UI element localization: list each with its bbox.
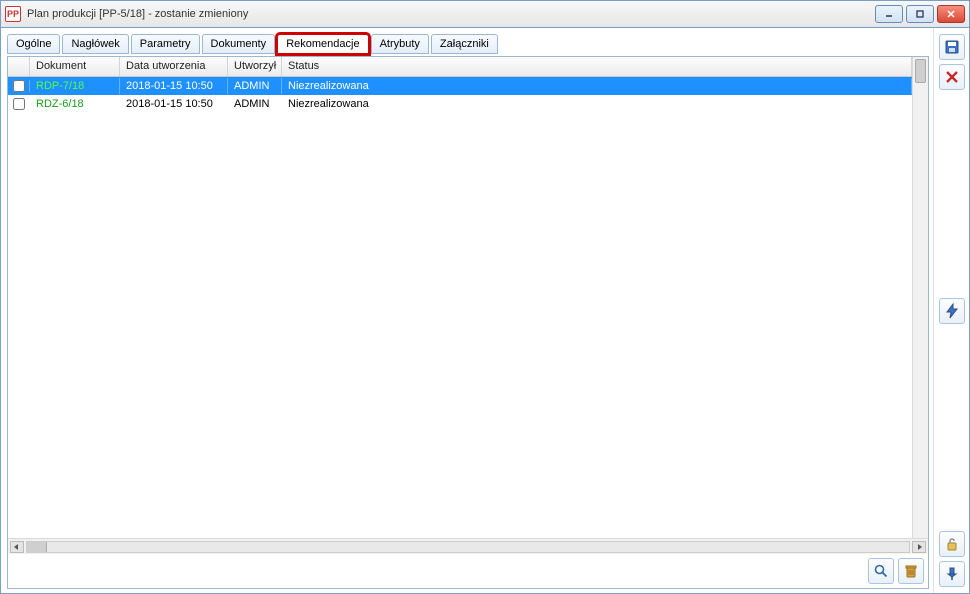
- lock-button[interactable]: [939, 531, 965, 557]
- maximize-button[interactable]: [906, 5, 934, 23]
- scrollbar-thumb[interactable]: [27, 542, 47, 552]
- tab-label: Dokumenty: [211, 38, 267, 50]
- cell-data: 2018-01-15 10:50: [120, 78, 228, 94]
- minimize-button[interactable]: [875, 5, 903, 23]
- tab-rekomendacje[interactable]: Rekomendacje: [277, 34, 368, 54]
- trash-icon: [903, 563, 919, 579]
- pin-button[interactable]: [939, 561, 965, 587]
- action-button[interactable]: [939, 298, 965, 324]
- close-button[interactable]: [939, 64, 965, 90]
- table-row[interactable]: RDP-7/18 2018-01-15 10:50 ADMIN Niezreal…: [8, 77, 912, 95]
- tab-ogolne[interactable]: Ogólne: [7, 34, 60, 54]
- col-header-dokument[interactable]: Dokument: [30, 57, 120, 76]
- content-panel: Dokument Data utworzenia Utworzył Status…: [7, 56, 929, 589]
- col-header-checkbox[interactable]: [8, 57, 30, 76]
- tab-dokumenty[interactable]: Dokumenty: [202, 34, 276, 54]
- search-icon: [873, 563, 889, 579]
- body-area: Ogólne Nagłówek Parametry Dokumenty Reko…: [0, 28, 970, 594]
- tab-strip: Ogólne Nagłówek Parametry Dokumenty Reko…: [7, 34, 929, 54]
- tab-label: Parametry: [140, 38, 191, 50]
- cell-status: Niezrealizowana: [282, 78, 912, 94]
- tab-parametry[interactable]: Parametry: [131, 34, 200, 54]
- lightning-icon: [944, 303, 960, 319]
- grid-body: RDP-7/18 2018-01-15 10:50 ADMIN Niezreal…: [8, 77, 912, 113]
- col-header-data[interactable]: Data utworzenia: [120, 57, 228, 76]
- window-title: Plan produkcji [PP-5/18] - zostanie zmie…: [27, 8, 875, 20]
- cell-status: Niezrealizowana: [282, 96, 912, 112]
- cell-dokument: RDP-7/18: [36, 80, 84, 92]
- window-close-button[interactable]: [937, 5, 965, 23]
- right-toolbar: [933, 28, 969, 593]
- cell-dokument: RDZ-6/18: [36, 98, 84, 110]
- save-icon: [944, 39, 960, 55]
- scroll-right-icon[interactable]: [912, 541, 926, 553]
- grid-header: Dokument Data utworzenia Utworzył Status: [8, 57, 912, 77]
- tab-label: Nagłówek: [71, 38, 119, 50]
- col-header-status[interactable]: Status: [282, 57, 912, 76]
- vertical-scrollbar[interactable]: [912, 57, 928, 538]
- row-checkbox[interactable]: [13, 80, 25, 92]
- lock-icon: [944, 536, 960, 552]
- tab-label: Załączniki: [440, 38, 489, 50]
- pin-icon: [944, 566, 960, 582]
- col-header-utworzyl[interactable]: Utworzył: [228, 57, 282, 76]
- titlebar: PP Plan produkcji [PP-5/18] - zostanie z…: [0, 0, 970, 28]
- scrollbar-track[interactable]: [26, 541, 910, 553]
- scroll-left-icon[interactable]: [10, 541, 24, 553]
- tab-label: Atrybuty: [380, 38, 420, 50]
- close-icon: [944, 69, 960, 85]
- tab-naglowek[interactable]: Nagłówek: [62, 34, 128, 54]
- bottom-toolbar: [8, 554, 928, 588]
- tab-zalaczniki[interactable]: Załączniki: [431, 34, 498, 54]
- cell-data: 2018-01-15 10:50: [120, 96, 228, 112]
- search-button[interactable]: [868, 558, 894, 584]
- tab-label: Rekomendacje: [286, 38, 359, 50]
- app-icon: PP: [5, 6, 21, 22]
- grid: Dokument Data utworzenia Utworzył Status…: [8, 57, 912, 538]
- delete-button[interactable]: [898, 558, 924, 584]
- window-buttons: [875, 5, 965, 23]
- row-checkbox[interactable]: [13, 98, 25, 110]
- grid-wrap: Dokument Data utworzenia Utworzył Status…: [8, 57, 928, 538]
- horizontal-scrollbar[interactable]: [8, 538, 928, 554]
- left-area: Ogólne Nagłówek Parametry Dokumenty Reko…: [1, 28, 933, 593]
- cell-utworzyl: ADMIN: [228, 96, 282, 112]
- tab-atrybuty[interactable]: Atrybuty: [371, 34, 429, 54]
- scrollbar-thumb[interactable]: [915, 59, 926, 83]
- tab-label: Ogólne: [16, 38, 51, 50]
- cell-utworzyl: ADMIN: [228, 78, 282, 94]
- save-button[interactable]: [939, 34, 965, 60]
- table-row[interactable]: RDZ-6/18 2018-01-15 10:50 ADMIN Niezreal…: [8, 95, 912, 113]
